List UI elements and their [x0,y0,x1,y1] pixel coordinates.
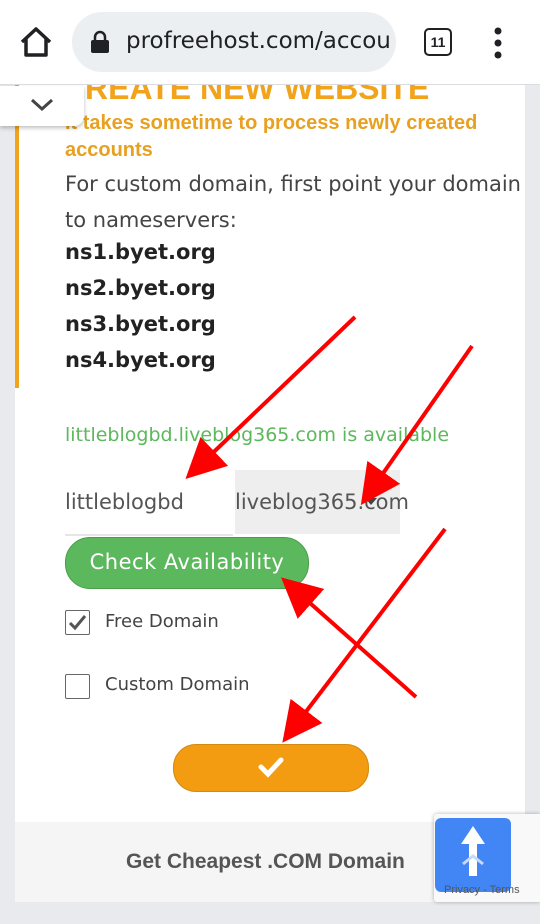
nameserver-4: ns4.byet.org [65,348,216,372]
custom-domain-checkbox[interactable] [65,674,90,699]
accent-border [15,84,19,388]
custom-domain-label[interactable]: Custom Domain [105,674,250,695]
domain-select[interactable]: liveblog365.com [235,470,409,534]
tab-switcher-button[interactable]: 11 [424,28,452,56]
subdomain-input[interactable] [65,470,233,536]
collapse-toggle[interactable] [0,86,84,126]
submit-button[interactable] [173,744,369,792]
recaptcha-logo [435,818,511,892]
availability-message: littleblogbd.liveblog365.com is availabl… [65,424,450,446]
more-options-icon[interactable] [488,26,508,60]
checkmark-icon [258,757,284,778]
check-availability-button[interactable]: Check Availability [65,537,309,589]
nameserver-3: ns3.byet.org [65,312,216,336]
cheap-domain-link[interactable]: Get Cheapest .COM Domain [126,850,405,874]
domain-select-value: liveblog365.com [235,490,409,514]
browser-toolbar: profreehost.com/accou 11 [0,0,540,85]
caret-down-icon [365,498,377,505]
recaptcha-terms: Privacy - Terms [444,884,520,896]
url-text: profreehost.com/accou [126,28,391,54]
nameserver-2: ns2.byet.org [65,276,216,300]
recaptcha-arrow-icon [461,826,485,876]
nameserver-1: ns1.byet.org [65,240,216,264]
lock-icon [91,30,109,53]
home-icon[interactable] [18,24,54,60]
address-bar[interactable]: profreehost.com/accou [72,12,396,72]
checkmark-icon [68,615,87,631]
free-domain-label[interactable]: Free Domain [105,611,219,632]
chevron-down-icon [30,98,54,112]
recaptcha-badge[interactable]: Privacy - Terms [434,814,540,902]
free-domain-checkbox[interactable] [65,610,90,635]
nameserver-info: For custom domain, first point your doma… [65,172,521,232]
processing-warning: It takes sometime to process newly creat… [65,112,478,161]
